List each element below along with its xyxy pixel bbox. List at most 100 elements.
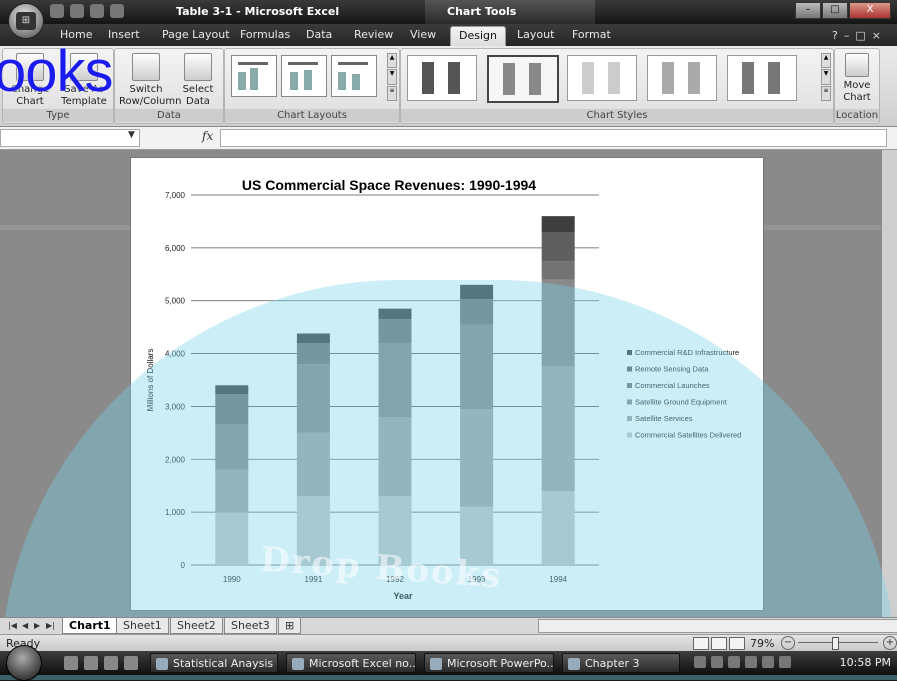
task-excel[interactable]: Microsoft Excel no... [286, 653, 416, 673]
maximize-button[interactable]: □ [822, 2, 848, 19]
minimize-button[interactable]: – [795, 2, 821, 19]
power-icon[interactable] [762, 656, 774, 668]
style-2-thumbnail[interactable] [487, 55, 559, 103]
chart-layouts-group: ▲ ▼ ≡ Chart Layouts [224, 48, 400, 124]
internet-explorer-icon[interactable] [104, 656, 118, 670]
media-player-icon[interactable] [124, 656, 138, 670]
tray-arrow-icon[interactable] [694, 656, 706, 668]
insert-function-icon[interactable]: fx [202, 129, 213, 143]
bar-segment [460, 284, 494, 300]
bar-segment [541, 491, 575, 565]
formula-input[interactable] [220, 129, 887, 147]
layouts-gallery-scroll[interactable]: ▲ ▼ ≡ [387, 53, 397, 101]
bar-segment [378, 308, 412, 320]
insert-sheet-icon[interactable]: ⊞ [278, 618, 302, 634]
office-button[interactable]: ⊞ [8, 3, 44, 39]
tab-layout[interactable]: Layout [517, 28, 554, 41]
bar-segment [296, 496, 330, 565]
ribbon-help-controls[interactable]: ?–□× [832, 29, 887, 42]
style-1-thumbnail[interactable] [407, 55, 477, 101]
vertical-scrollbar[interactable] [881, 150, 897, 617]
tab-page-layout[interactable]: Page Layout [162, 28, 230, 41]
tab-home[interactable]: Home [60, 28, 92, 41]
last-sheet-icon[interactable]: ▶| [46, 621, 55, 630]
sheet-tab-sheet1[interactable]: Sheet1 [116, 618, 169, 634]
template-icon [70, 53, 98, 81]
close-button[interactable]: X [849, 2, 891, 19]
bar-segment [215, 512, 249, 565]
style-4-thumbnail[interactable] [647, 55, 717, 101]
security-icon[interactable] [728, 656, 740, 668]
style-5-thumbnail[interactable] [727, 55, 797, 101]
sheet-tab-chart1[interactable]: Chart1 [62, 618, 118, 634]
zoom-level[interactable]: 79% [750, 637, 774, 650]
legend-entry: Commercial R&D Infrastructure [635, 348, 739, 357]
ribbon: Change Chart Type Save As Template Type … [0, 46, 897, 127]
page-break-view-icon[interactable] [729, 637, 745, 650]
location-label: Location [835, 109, 879, 122]
horizontal-scrollbar[interactable] [538, 619, 897, 633]
tab-view[interactable]: View [410, 28, 436, 41]
chart-area[interactable]: US Commercial Space Revenues: 1990-1994 0… [130, 157, 764, 611]
styles-gallery-scroll[interactable]: ▲ ▼ ≡ [821, 53, 831, 101]
tab-formulas[interactable]: Formulas [240, 28, 290, 41]
normal-view-icon[interactable] [693, 637, 709, 650]
zoom-in-button[interactable]: + [883, 636, 897, 650]
taskbar: Statistical Anaysis ... Microsoft Excel … [0, 645, 897, 681]
clock: 10:58 PM [839, 656, 891, 669]
page-layout-view-icon[interactable] [711, 637, 727, 650]
display-icon[interactable] [745, 656, 757, 668]
tab-data[interactable]: Data [306, 28, 332, 41]
name-box[interactable] [0, 129, 140, 147]
sheet-tab-sheet3[interactable]: Sheet3 [224, 618, 277, 634]
select-data-button[interactable]: Select Data [177, 53, 219, 108]
switch-icon [132, 53, 160, 81]
y-tick-label: 5,000 [165, 297, 186, 306]
chart-svg: US Commercial Space Revenues: 1990-1994 0… [146, 177, 741, 601]
sheet-tab-sheet2[interactable]: Sheet2 [170, 618, 223, 634]
legend-swatch [627, 383, 632, 388]
next-sheet-icon[interactable]: ▶ [34, 621, 40, 630]
tab-format[interactable]: Format [572, 28, 611, 41]
y-tick-label: 3,000 [165, 402, 186, 411]
tab-design[interactable]: Design [450, 26, 506, 46]
task-chapter3[interactable]: Chapter 3 [562, 653, 680, 673]
task-statistical-analysis[interactable]: Statistical Anaysis ... [150, 653, 278, 673]
customize-qat-icon[interactable] [110, 4, 124, 18]
switch-windows-icon[interactable] [84, 656, 98, 670]
switch-row-column-button[interactable]: Switch Row/Column [119, 53, 181, 108]
volume-icon[interactable] [779, 656, 791, 668]
zoom-slider-thumb[interactable] [832, 637, 839, 650]
office-logo-icon: ⊞ [16, 12, 36, 30]
undo-icon[interactable] [70, 4, 84, 18]
tab-insert[interactable]: Insert [108, 28, 140, 41]
y-tick-label: 2,000 [165, 455, 186, 464]
y-tick-label: 4,000 [165, 350, 186, 359]
type-group-label: Type [3, 109, 113, 122]
layout-3-thumbnail[interactable] [331, 55, 377, 97]
layout-2-thumbnail[interactable] [281, 55, 327, 97]
layout-1-thumbnail[interactable] [231, 55, 277, 97]
bar-segment [296, 364, 330, 433]
first-sheet-icon[interactable]: |◀ [8, 621, 17, 630]
chart-tools-label: Chart Tools [447, 5, 517, 18]
bar-segment [541, 216, 575, 232]
prev-sheet-icon[interactable]: ◀ [22, 621, 28, 630]
zoom-out-button[interactable]: − [781, 636, 795, 650]
redo-icon[interactable] [90, 4, 104, 18]
chart-tools-banner: Chart Tools [425, 0, 595, 24]
move-chart-button[interactable]: Move Chart [837, 53, 877, 104]
tab-review[interactable]: Review [354, 28, 393, 41]
style-3-thumbnail[interactable] [567, 55, 637, 101]
name-box-dropdown-icon[interactable]: ▼ [128, 130, 135, 140]
network-icon[interactable] [711, 656, 723, 668]
save-as-template-button[interactable]: Save As Template [59, 53, 109, 108]
start-button[interactable] [6, 645, 42, 681]
bar-segment [541, 261, 575, 280]
task-powerpoint[interactable]: Microsoft PowerPo... [424, 653, 554, 673]
bar-segment [460, 299, 494, 325]
save-icon[interactable] [50, 4, 64, 18]
y-tick-label: 1,000 [165, 508, 186, 517]
bar-segment [378, 496, 412, 565]
show-desktop-icon[interactable] [64, 656, 78, 670]
